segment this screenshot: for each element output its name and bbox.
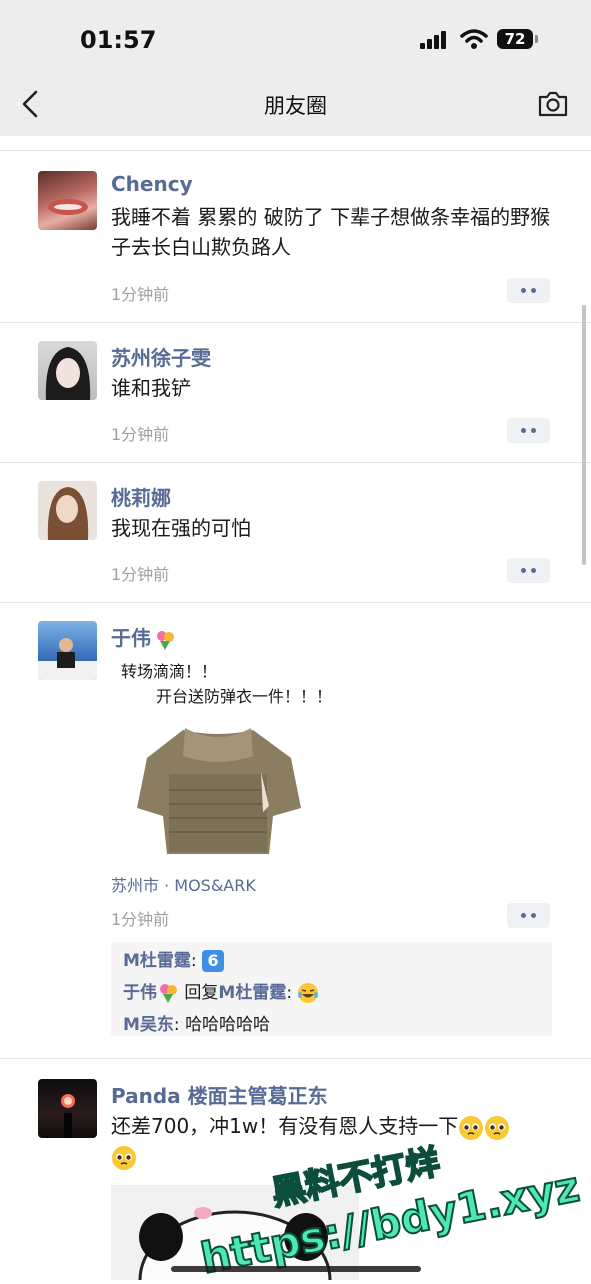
wifi-icon: [460, 29, 488, 49]
reply-target[interactable]: M杜雷霆: [218, 983, 286, 1003]
pleading-face-emoji-icon: [112, 1145, 136, 1170]
home-indicator: [171, 1266, 421, 1272]
sunset-photo: [61, 1094, 75, 1138]
camera-icon[interactable]: [536, 88, 570, 120]
status-time: 01:57: [80, 26, 157, 54]
post-text: 我现在强的可怕: [111, 516, 251, 540]
avatar[interactable]: [38, 171, 97, 230]
scrollbar[interactable]: [582, 305, 586, 565]
comments-section: M杜雷霆: 6 于伟 回复M杜雷霆: M吴东: 哈哈哈哈哈: [111, 942, 552, 1036]
body-armor-vest-photo: [137, 728, 301, 854]
comment-user[interactable]: M吴东: [123, 1015, 174, 1035]
avatar[interactable]: [38, 1079, 97, 1138]
poster-name[interactable]: 苏州徐子雯: [111, 342, 211, 371]
reply-word: 回复: [179, 983, 219, 1003]
post-text-content: 还差700，冲1w！有没有恩人支持一下: [111, 1114, 459, 1138]
more-actions-button[interactable]: [507, 558, 550, 583]
top-bar: 01:57 72 朋友圈: [0, 0, 591, 136]
portrait-photo: [47, 487, 89, 540]
divider: [0, 462, 591, 463]
battery-indicator: 72: [497, 29, 533, 49]
poster-name[interactable]: Chency: [111, 172, 193, 196]
more-actions-button[interactable]: [507, 278, 550, 303]
bouquet-emoji-icon: [157, 630, 174, 650]
post-caption-line: 开台送防弹衣一件！！！: [156, 687, 333, 706]
pleading-face-emoji-icon: [459, 1115, 484, 1140]
bouquet-emoji-icon: [160, 984, 177, 1003]
divider: [0, 322, 591, 323]
avatar[interactable]: [38, 481, 97, 540]
comment-separator: :: [286, 983, 298, 1003]
poster-name[interactable]: 桃莉娜: [111, 482, 171, 511]
battery-tip: [535, 35, 538, 43]
comment-row[interactable]: 于伟 回复M杜雷霆:: [123, 978, 319, 1004]
post-text: 我睡不着 累累的 破防了 下辈子想做条幸福的野猴子去长白山欺负路人: [111, 205, 551, 259]
pleading-face-emoji-icon: [485, 1115, 510, 1140]
lips-photo: [48, 199, 88, 215]
comment-user[interactable]: M杜雷霆: [123, 951, 191, 971]
divider: [0, 150, 591, 151]
post-time: 1分钟前: [111, 565, 170, 584]
laughing-tears-emoji-icon: [298, 983, 319, 1003]
post-time: 1分钟前: [111, 285, 170, 304]
more-actions-button[interactable]: [507, 418, 550, 443]
post-time: 1分钟前: [111, 910, 170, 929]
comment-user[interactable]: 于伟: [123, 983, 157, 1003]
poster-name[interactable]: Panda 楼面主管葛正东: [111, 1080, 328, 1109]
page-title: 朋友圈: [264, 94, 327, 118]
cellular-signal-icon: [420, 31, 448, 49]
comment-separator: :: [190, 951, 203, 971]
avatar[interactable]: [38, 621, 97, 680]
avatar[interactable]: [38, 341, 97, 400]
post-caption-line: 转场滴滴！！: [121, 662, 218, 681]
comment-row[interactable]: M杜雷霆: 6: [123, 946, 225, 972]
portrait-photo: [45, 347, 91, 400]
post-location[interactable]: 苏州市 · MOS&ARK: [111, 872, 256, 896]
divider: [0, 602, 591, 603]
post-text: 谁和我铲: [111, 376, 191, 400]
poster-name-text: 于伟: [111, 626, 151, 650]
comment-separator: :: [173, 1015, 186, 1035]
man-on-boat-photo: [38, 638, 97, 680]
comment-row[interactable]: M吴东: 哈哈哈哈哈: [123, 1010, 270, 1035]
divider: [0, 1058, 591, 1059]
post-time: 1分钟前: [111, 425, 170, 444]
keycap-six-emoji: 6: [202, 950, 225, 972]
poster-name[interactable]: 于伟: [111, 622, 177, 651]
post-image[interactable]: [123, 716, 313, 858]
more-actions-button[interactable]: [507, 903, 550, 928]
comment-text: 哈哈哈哈哈: [185, 1015, 271, 1035]
